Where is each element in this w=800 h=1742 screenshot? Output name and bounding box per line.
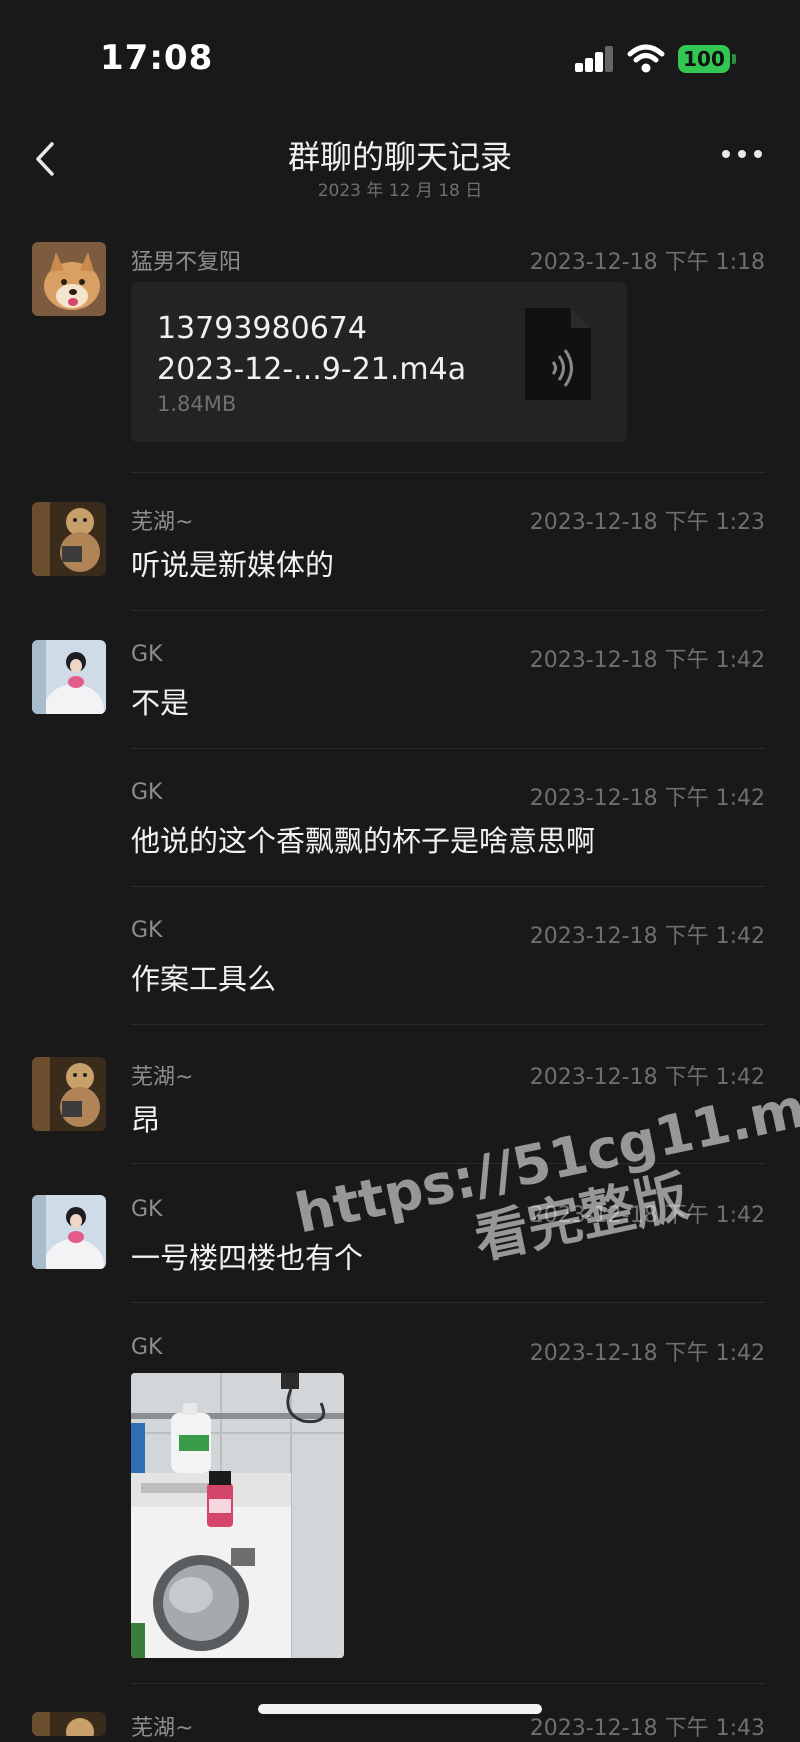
file-name-line2: 2023-12-...9-21.m4a (157, 352, 467, 387)
message-time: 2023-12-18 下午 1:18 (529, 250, 765, 275)
message-item[interactable]: GK 2023-12-18 下午 1:42 (0, 1333, 800, 1663)
message-item[interactable]: 猛男不复阳 2023-12-18 下午 1:18 13793980674 202… (0, 242, 800, 442)
avatar[interactable] (32, 1712, 106, 1736)
file-size: 1.84MB (157, 392, 237, 416)
cellular-signal-icon (575, 46, 615, 72)
sender-name: GK (131, 1335, 163, 1360)
file-attachment[interactable]: 13793980674 2023-12-...9-21.m4a 1.84MB (131, 282, 627, 442)
battery-icon: 100 (678, 45, 730, 73)
file-name: 13793980674 2023-12-...9-21.m4a (157, 308, 497, 390)
wifi-icon (627, 44, 665, 73)
sender-name: 芜湖~ (131, 1065, 194, 1090)
nav-bar: 群聊的聊天记录 2023 年 12 月 18 日 (0, 120, 800, 208)
avatar[interactable] (32, 242, 106, 316)
divider (131, 1024, 765, 1025)
message-time: 2023-12-18 下午 1:42 (529, 1065, 765, 1090)
status-time: 17:08 (100, 38, 214, 78)
message-text: 不是 (131, 686, 190, 720)
message-text: 他说的这个香飘飘的杯子是啥意思啊 (131, 824, 596, 858)
message-item[interactable]: 芜湖~ 2023-12-18 下午 1:23 听说是新媒体的 (0, 502, 800, 602)
divider (131, 886, 765, 887)
avatar[interactable] (32, 1195, 106, 1269)
message-time: 2023-12-18 下午 1:23 (529, 510, 765, 535)
status-bar: 17:08 100 (0, 0, 800, 120)
divider (131, 610, 765, 611)
battery-cap (732, 54, 736, 64)
avatar[interactable] (32, 1057, 106, 1131)
sender-name: GK (131, 1197, 163, 1222)
more-options-icon[interactable] (722, 150, 764, 162)
sender-name: 芜湖~ (131, 510, 194, 535)
divider (131, 748, 765, 749)
avatar[interactable] (32, 502, 106, 576)
avatar[interactable] (32, 640, 106, 714)
audio-file-icon (525, 308, 591, 400)
message-time: 2023-12-18 下午 1:42 (529, 924, 765, 949)
file-name-line1: 13793980674 (157, 311, 367, 346)
message-time: 2023-12-18 下午 1:42 (529, 786, 765, 811)
photo-washing-machine[interactable] (131, 1373, 344, 1658)
message-text: 听说是新媒体的 (131, 548, 335, 582)
message-item[interactable]: GK 2023-12-18 下午 1:42 他说的这个香飘飘的杯子是啥意思啊 (0, 778, 800, 878)
divider (131, 1683, 765, 1684)
sender-name: GK (131, 780, 163, 805)
message-time: 2023-12-18 下午 1:42 (529, 1341, 765, 1366)
divider (131, 1302, 765, 1303)
message-item[interactable]: 芜湖~ 2023-12-18 下午 1:43 (0, 1712, 800, 1741)
home-indicator[interactable] (258, 1704, 542, 1714)
sender-name: 猛男不复阳 (131, 250, 242, 275)
message-item[interactable]: GK 2023-12-18 下午 1:42 不是 (0, 640, 800, 740)
page-title: 群聊的聊天记录 (287, 138, 512, 176)
message-item[interactable]: GK 2023-12-18 下午 1:42 作案工具么 (0, 916, 800, 1016)
message-time: 2023-12-18 下午 1:42 (529, 648, 765, 673)
sender-name: GK (131, 642, 163, 667)
message-text: 昂 (131, 1103, 161, 1137)
message-time: 2023-12-18 下午 1:43 (529, 1716, 765, 1741)
divider (131, 472, 765, 473)
sender-name: GK (131, 918, 163, 943)
page-subtitle: 2023 年 12 月 18 日 (317, 181, 483, 201)
message-text: 作案工具么 (131, 962, 277, 996)
sender-name: 芜湖~ (131, 1716, 194, 1741)
